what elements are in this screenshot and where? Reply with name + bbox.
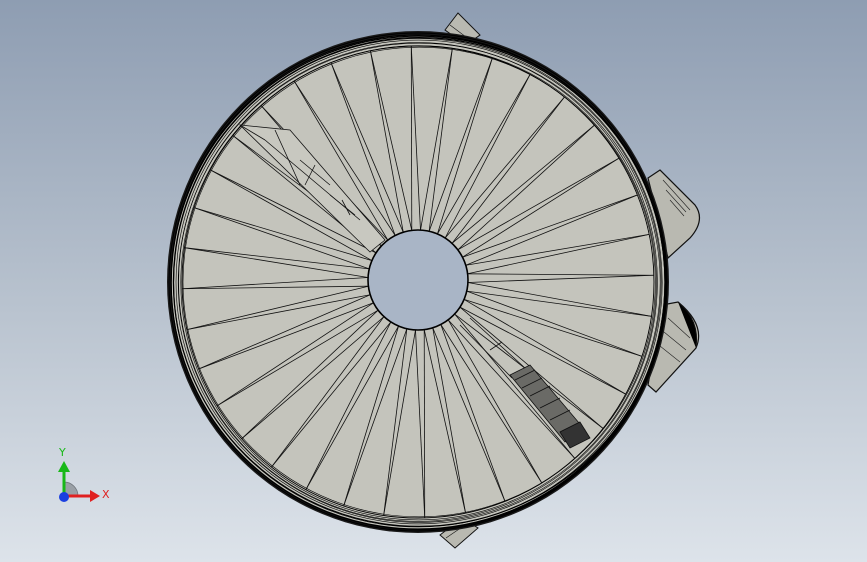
y-axis-label: Y — [58, 446, 66, 459]
z-axis-dot — [59, 492, 69, 502]
coordinate-triad[interactable]: X Y — [58, 446, 110, 502]
x-axis-label: X — [102, 488, 110, 501]
face-edge — [410, 46, 413, 231]
model-view[interactable]: X Y — [0, 0, 867, 562]
graphics-viewport[interactable]: X Y — [0, 0, 867, 562]
face-edge — [423, 329, 426, 518]
x-axis-arrowhead — [90, 490, 100, 502]
y-axis-arrowhead — [58, 461, 70, 472]
disc-body — [167, 31, 669, 533]
center-hole — [367, 229, 469, 331]
